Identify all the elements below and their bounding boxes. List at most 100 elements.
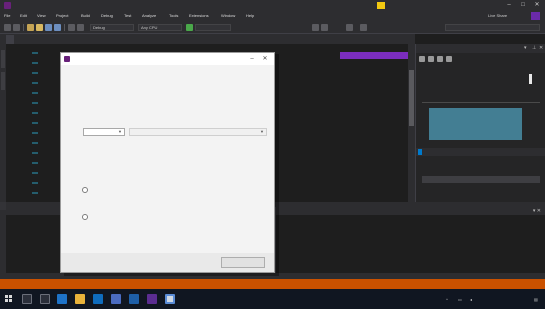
menu-extensions[interactable]: Extensions — [189, 13, 209, 18]
auto-hide-icon[interactable]: ⊥ — [532, 45, 536, 51]
volume-icon[interactable]: ◂ — [470, 297, 472, 302]
tab-memory-usage[interactable] — [490, 149, 494, 155]
server-explorer-tab[interactable] — [1, 50, 5, 68]
line-number — [32, 142, 38, 144]
line-number — [32, 132, 38, 134]
visual-studio-window: – □ ✕ File Edit View Project Build Debug… — [0, 0, 545, 309]
toolbar: Debug Any CPU — [0, 21, 545, 34]
visual-studio-taskbar-icon[interactable] — [147, 294, 157, 304]
menu-debug[interactable]: Debug — [101, 13, 113, 18]
panel-header: ▾ ⊥ ✕ — [416, 44, 545, 53]
menu-tools[interactable]: Tools — [169, 13, 178, 18]
menu-bar: File Edit View Project Build Debug Test … — [0, 11, 545, 21]
menu-project[interactable]: Project — [56, 13, 68, 18]
dialog-primary-button[interactable] — [221, 257, 265, 268]
platform-select[interactable]: Any CPU — [138, 24, 182, 31]
menu-view[interactable]: View — [37, 13, 46, 18]
forward-icon[interactable] — [13, 24, 20, 31]
menu-window[interactable]: Window — [221, 13, 235, 18]
windows-start-icon[interactable] — [5, 295, 13, 303]
notification-icon[interactable] — [377, 2, 385, 9]
visual-studio-logo-icon — [4, 2, 11, 9]
menu-build[interactable]: Build — [81, 13, 90, 18]
start-debugging-icon[interactable] — [186, 24, 193, 31]
field-2-select[interactable]: ▼ — [129, 128, 267, 136]
task-view-icon[interactable] — [40, 294, 50, 304]
search-icon[interactable] — [22, 294, 32, 304]
pin-icon[interactable]: ▾ — [524, 45, 527, 51]
tab-summary[interactable] — [418, 149, 422, 155]
redo-icon[interactable] — [77, 24, 84, 31]
file-explorer-icon[interactable] — [75, 294, 85, 304]
list-item[interactable] — [422, 168, 540, 175]
save-all-icon[interactable] — [54, 24, 61, 31]
line-number — [32, 52, 38, 54]
memory-usage-graph — [429, 108, 522, 140]
editor-scrollbar[interactable] — [408, 44, 415, 202]
line-number — [32, 162, 38, 164]
dialog-footer — [61, 253, 274, 272]
zoom-out-icon[interactable] — [446, 56, 452, 62]
settings-icon[interactable] — [419, 56, 425, 62]
timeline-cursor[interactable] — [529, 74, 532, 84]
back-icon[interactable] — [4, 24, 11, 31]
search-input[interactable] — [445, 24, 540, 31]
list-item[interactable] — [422, 176, 540, 183]
windows-taskbar: ^ ▭ ◂ ▤ — [0, 289, 545, 309]
close-button[interactable]: ✕ — [531, 1, 543, 10]
line-number — [32, 82, 38, 84]
new-project-icon[interactable] — [27, 24, 34, 31]
mail-icon[interactable] — [111, 294, 121, 304]
graph-baseline — [422, 102, 540, 103]
step-icon[interactable] — [312, 24, 319, 31]
menu-help[interactable]: Help — [246, 13, 254, 18]
save-icon[interactable] — [45, 24, 52, 31]
active-window-icon[interactable] — [165, 294, 175, 304]
network-icon[interactable]: ▭ — [458, 297, 462, 302]
menu-analyze[interactable]: Analyze — [142, 13, 156, 18]
zoom-in-icon[interactable] — [437, 56, 443, 62]
breakpoint-icon[interactable] — [321, 24, 328, 31]
visual-studio-logo-icon — [64, 56, 70, 62]
dialog-minimize-button[interactable]: – — [247, 55, 257, 63]
action-center-icon[interactable]: ▤ — [534, 297, 538, 302]
tray-chevron-icon[interactable]: ^ — [446, 297, 448, 302]
menu-edit[interactable]: Edit — [20, 13, 27, 18]
error-list-header: ▾ ✕ — [276, 207, 545, 215]
line-number — [32, 102, 38, 104]
undo-icon[interactable] — [68, 24, 75, 31]
start-target-select[interactable] — [195, 24, 231, 31]
toolbox-tab[interactable] — [1, 72, 5, 90]
open-file-icon[interactable] — [36, 24, 43, 31]
line-number — [32, 62, 38, 64]
comment-icon[interactable] — [346, 24, 353, 31]
live-share-button[interactable]: Live Share — [488, 13, 507, 18]
close-icon[interactable]: ✕ — [539, 45, 543, 51]
maximize-button[interactable]: □ — [517, 1, 529, 10]
search-icon[interactable] — [428, 56, 434, 62]
scrollbar-thumb[interactable] — [409, 70, 414, 126]
menu-file[interactable]: File — [4, 13, 10, 18]
minimize-button[interactable]: – — [503, 1, 515, 10]
field-1-select[interactable]: ▼ — [83, 128, 125, 136]
line-number — [32, 192, 38, 194]
dialog-close-button[interactable]: ✕ — [260, 55, 270, 63]
close-icon[interactable]: ▾ ✕ — [533, 208, 541, 214]
preview-icon[interactable] — [531, 12, 540, 20]
line-number — [32, 152, 38, 154]
menu-test[interactable]: Test — [124, 13, 131, 18]
app-icon[interactable] — [129, 294, 139, 304]
sign-in-dialog: – ✕ ▼ ▼ — [60, 52, 275, 273]
bookmark-icon[interactable] — [360, 24, 367, 31]
configuration-select[interactable]: Debug — [90, 24, 134, 31]
panel-toolbar — [419, 56, 479, 63]
tab-active-document[interactable] — [6, 35, 14, 44]
live-badge[interactable] — [340, 52, 412, 59]
option-2-radio[interactable] — [82, 214, 88, 220]
edge-browser-icon[interactable] — [57, 294, 67, 304]
chevron-down-icon: ▼ — [260, 129, 264, 134]
option-1-radio[interactable] — [82, 187, 88, 193]
store-icon[interactable] — [93, 294, 103, 304]
list-item[interactable] — [422, 184, 540, 191]
tab-events[interactable] — [456, 149, 460, 155]
